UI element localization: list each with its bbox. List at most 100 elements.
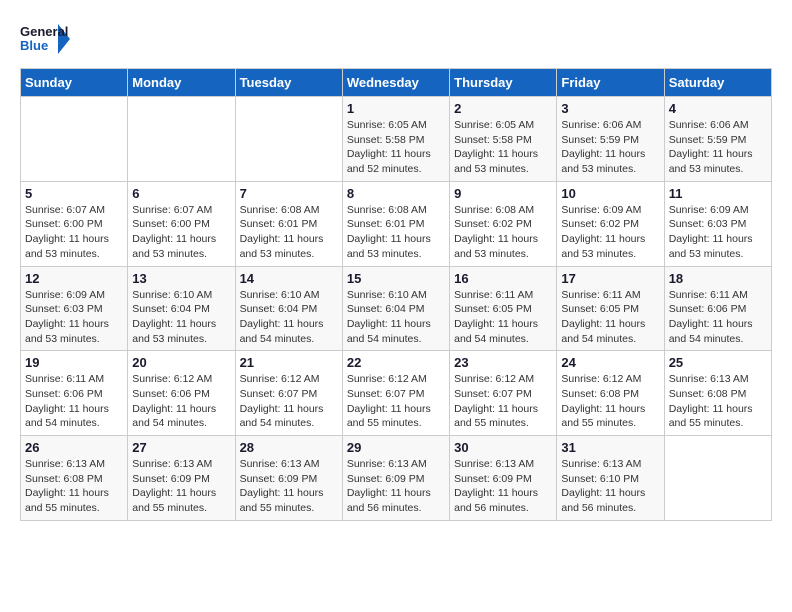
day-info: Sunrise: 6:09 AM Sunset: 6:02 PM Dayligh… — [561, 203, 659, 262]
day-number: 21 — [240, 355, 338, 370]
calendar-body: 1 Sunrise: 6:05 AM Sunset: 5:58 PM Daylig… — [21, 97, 772, 521]
weekday-header-thursday: Thursday — [450, 69, 557, 97]
day-number: 3 — [561, 101, 659, 116]
day-info: Sunrise: 6:08 AM Sunset: 6:02 PM Dayligh… — [454, 203, 552, 262]
calendar-week-row: 26 Sunrise: 6:13 AM Sunset: 6:08 PM Dayli… — [21, 436, 772, 521]
day-info: Sunrise: 6:10 AM Sunset: 6:04 PM Dayligh… — [132, 288, 230, 347]
calendar-week-row: 5 Sunrise: 6:07 AM Sunset: 6:00 PM Daylig… — [21, 181, 772, 266]
day-number: 25 — [669, 355, 767, 370]
calendar-cell — [664, 436, 771, 521]
day-info: Sunrise: 6:11 AM Sunset: 6:06 PM Dayligh… — [669, 288, 767, 347]
calendar-header: SundayMondayTuesdayWednesdayThursdayFrid… — [21, 69, 772, 97]
weekday-header-wednesday: Wednesday — [342, 69, 449, 97]
weekday-header-monday: Monday — [128, 69, 235, 97]
weekday-header-friday: Friday — [557, 69, 664, 97]
calendar-cell — [21, 97, 128, 182]
day-info: Sunrise: 6:12 AM Sunset: 6:08 PM Dayligh… — [561, 372, 659, 431]
day-number: 4 — [669, 101, 767, 116]
day-number: 10 — [561, 186, 659, 201]
day-number: 2 — [454, 101, 552, 116]
weekday-header-row: SundayMondayTuesdayWednesdayThursdayFrid… — [21, 69, 772, 97]
day-number: 24 — [561, 355, 659, 370]
calendar-cell: 31 Sunrise: 6:13 AM Sunset: 6:10 PM Dayli… — [557, 436, 664, 521]
calendar-cell: 8Sunrise: 6:08 AM Sunset: 6:01 PM Daylig… — [342, 181, 449, 266]
day-number: 8 — [347, 186, 445, 201]
day-number: 22 — [347, 355, 445, 370]
day-info: Sunrise: 6:07 AM Sunset: 6:00 PM Dayligh… — [132, 203, 230, 262]
calendar-cell: 30Sunrise: 6:13 AM Sunset: 6:09 PM Dayli… — [450, 436, 557, 521]
calendar-week-row: 12Sunrise: 6:09 AM Sunset: 6:03 PM Dayli… — [21, 266, 772, 351]
day-info: Sunrise: 6:12 AM Sunset: 6:07 PM Dayligh… — [240, 372, 338, 431]
day-info: Sunrise: 6:13 AM Sunset: 6:09 PM Dayligh… — [132, 457, 230, 516]
calendar-cell: 17 Sunrise: 6:11 AM Sunset: 6:05 PM Dayli… — [557, 266, 664, 351]
calendar-cell: 21 Sunrise: 6:12 AM Sunset: 6:07 PM Dayli… — [235, 351, 342, 436]
day-number: 12 — [25, 271, 123, 286]
calendar-table: SundayMondayTuesdayWednesdayThursdayFrid… — [20, 68, 772, 521]
calendar-cell: 6 Sunrise: 6:07 AM Sunset: 6:00 PM Daylig… — [128, 181, 235, 266]
day-info: Sunrise: 6:13 AM Sunset: 6:09 PM Dayligh… — [347, 457, 445, 516]
day-number: 18 — [669, 271, 767, 286]
calendar-cell: 4Sunrise: 6:06 AM Sunset: 5:59 PM Daylig… — [664, 97, 771, 182]
day-number: 14 — [240, 271, 338, 286]
calendar-cell — [235, 97, 342, 182]
day-info: Sunrise: 6:09 AM Sunset: 6:03 PM Dayligh… — [669, 203, 767, 262]
calendar-cell: 27 Sunrise: 6:13 AM Sunset: 6:09 PM Dayli… — [128, 436, 235, 521]
calendar-cell: 15Sunrise: 6:10 AM Sunset: 6:04 PM Dayli… — [342, 266, 449, 351]
calendar-cell: 5 Sunrise: 6:07 AM Sunset: 6:00 PM Daylig… — [21, 181, 128, 266]
weekday-header-tuesday: Tuesday — [235, 69, 342, 97]
calendar-cell: 18 Sunrise: 6:11 AM Sunset: 6:06 PM Dayli… — [664, 266, 771, 351]
calendar-cell: 22 Sunrise: 6:12 AM Sunset: 6:07 PM Dayli… — [342, 351, 449, 436]
day-number: 7 — [240, 186, 338, 201]
day-number: 27 — [132, 440, 230, 455]
calendar-cell: 16Sunrise: 6:11 AM Sunset: 6:05 PM Dayli… — [450, 266, 557, 351]
day-info: Sunrise: 6:13 AM Sunset: 6:09 PM Dayligh… — [240, 457, 338, 516]
day-info: Sunrise: 6:11 AM Sunset: 6:06 PM Dayligh… — [25, 372, 123, 431]
calendar-cell: 3Sunrise: 6:06 AM Sunset: 5:59 PM Daylig… — [557, 97, 664, 182]
day-info: Sunrise: 6:11 AM Sunset: 6:05 PM Dayligh… — [454, 288, 552, 347]
calendar-cell: 14Sunrise: 6:10 AM Sunset: 6:04 PM Dayli… — [235, 266, 342, 351]
weekday-header-saturday: Saturday — [664, 69, 771, 97]
day-number: 6 — [132, 186, 230, 201]
day-number: 19 — [25, 355, 123, 370]
day-number: 5 — [25, 186, 123, 201]
day-info: Sunrise: 6:05 AM Sunset: 5:58 PM Dayligh… — [347, 118, 445, 177]
day-number: 11 — [669, 186, 767, 201]
day-info: Sunrise: 6:13 AM Sunset: 6:08 PM Dayligh… — [669, 372, 767, 431]
svg-text:Blue: Blue — [20, 38, 48, 53]
day-info: Sunrise: 6:07 AM Sunset: 6:00 PM Dayligh… — [25, 203, 123, 262]
calendar-cell: 10 Sunrise: 6:09 AM Sunset: 6:02 PM Dayli… — [557, 181, 664, 266]
calendar-cell: 24 Sunrise: 6:12 AM Sunset: 6:08 PM Dayli… — [557, 351, 664, 436]
calendar-week-row: 19 Sunrise: 6:11 AM Sunset: 6:06 PM Dayli… — [21, 351, 772, 436]
day-info: Sunrise: 6:13 AM Sunset: 6:09 PM Dayligh… — [454, 457, 552, 516]
day-number: 29 — [347, 440, 445, 455]
calendar-cell: 25 Sunrise: 6:13 AM Sunset: 6:08 PM Dayli… — [664, 351, 771, 436]
day-number: 9 — [454, 186, 552, 201]
day-number: 31 — [561, 440, 659, 455]
day-number: 1 — [347, 101, 445, 116]
calendar-cell: 23Sunrise: 6:12 AM Sunset: 6:07 PM Dayli… — [450, 351, 557, 436]
day-info: Sunrise: 6:05 AM Sunset: 5:58 PM Dayligh… — [454, 118, 552, 177]
calendar-cell: 2 Sunrise: 6:05 AM Sunset: 5:58 PM Daylig… — [450, 97, 557, 182]
day-number: 28 — [240, 440, 338, 455]
day-info: Sunrise: 6:13 AM Sunset: 6:10 PM Dayligh… — [561, 457, 659, 516]
svg-text:General: General — [20, 24, 68, 39]
day-number: 26 — [25, 440, 123, 455]
day-info: Sunrise: 6:11 AM Sunset: 6:05 PM Dayligh… — [561, 288, 659, 347]
calendar-cell: 7 Sunrise: 6:08 AM Sunset: 6:01 PM Daylig… — [235, 181, 342, 266]
logo-svg: GeneralBlue — [20, 20, 70, 58]
calendar-cell: 13 Sunrise: 6:10 AM Sunset: 6:04 PM Dayli… — [128, 266, 235, 351]
calendar-cell: 28 Sunrise: 6:13 AM Sunset: 6:09 PM Dayli… — [235, 436, 342, 521]
calendar-cell: 19 Sunrise: 6:11 AM Sunset: 6:06 PM Dayli… — [21, 351, 128, 436]
day-number: 15 — [347, 271, 445, 286]
day-info: Sunrise: 6:08 AM Sunset: 6:01 PM Dayligh… — [240, 203, 338, 262]
day-number: 13 — [132, 271, 230, 286]
day-info: Sunrise: 6:13 AM Sunset: 6:08 PM Dayligh… — [25, 457, 123, 516]
calendar-cell: 29 Sunrise: 6:13 AM Sunset: 6:09 PM Dayli… — [342, 436, 449, 521]
day-info: Sunrise: 6:12 AM Sunset: 6:07 PM Dayligh… — [347, 372, 445, 431]
calendar-cell: 26 Sunrise: 6:13 AM Sunset: 6:08 PM Dayli… — [21, 436, 128, 521]
day-number: 17 — [561, 271, 659, 286]
calendar-cell — [128, 97, 235, 182]
calendar-cell: 9 Sunrise: 6:08 AM Sunset: 6:02 PM Daylig… — [450, 181, 557, 266]
page-header: GeneralBlue — [20, 20, 772, 58]
day-number: 20 — [132, 355, 230, 370]
